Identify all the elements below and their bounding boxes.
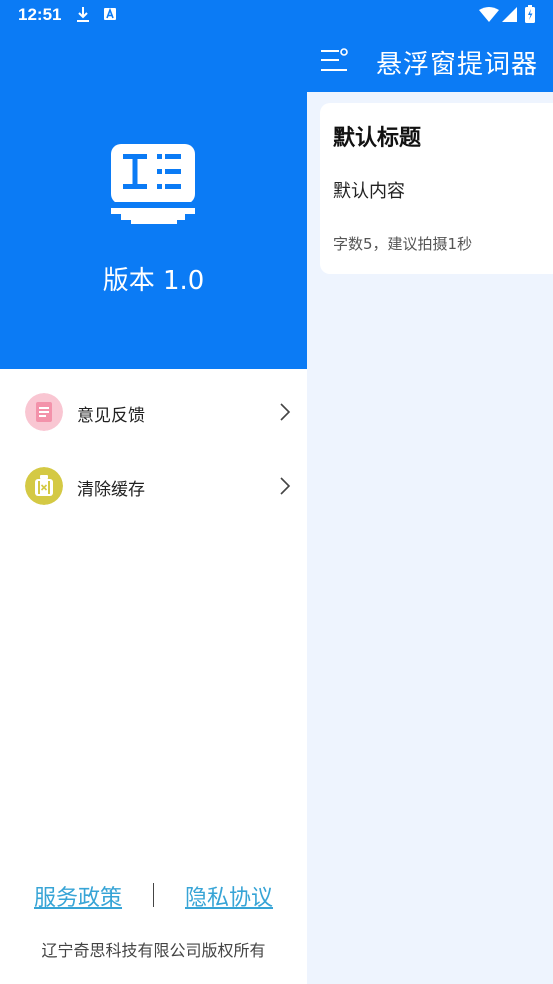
card-title: 默认标题 [333,126,422,151]
menu-item-label: 清除缓存 [77,480,145,500]
menu-icon[interactable] [319,44,351,76]
screen: 12:51 悬浮窗提词器 默认标题 默认内容 字数5，建议拍摄1秒 版本 1.0… [0,0,553,984]
footer-links: 服务政策 隐私协议 [0,880,307,914]
wifi-icon [479,7,499,22]
service-policy-link[interactable]: 服务政策 [34,880,122,912]
battery-icon [525,5,535,23]
app-title: 悬浮窗提词器 [376,50,539,80]
version-label: 版本 1.0 [102,266,205,296]
status-time: 12:51 [18,5,62,24]
app-logo-icon [107,144,199,224]
copyright-text: 辽宁奇思科技有限公司版权所有 [41,941,266,960]
privacy-agreement-link[interactable]: 隐私协议 [185,880,273,912]
download-icon [77,7,89,22]
app-notification-icon [104,7,116,20]
link-divider [153,883,154,907]
menu-item-clear-cache[interactable]: 清除缓存 [0,451,307,521]
clear-cache-icon [25,467,63,505]
feedback-icon [25,393,63,431]
status-bar: 12:51 [0,0,553,30]
app-bar: 悬浮窗提词器 [307,30,553,92]
signal-icon [502,7,517,22]
script-card[interactable]: 默认标题 默认内容 字数5，建议拍摄1秒 [320,103,553,274]
drawer-header: 版本 1.0 [0,30,307,369]
card-info: 字数5，建议拍摄1秒 [333,235,473,253]
menu-item-feedback[interactable]: 意见反馈 [0,377,307,447]
card-content: 默认内容 [333,181,405,202]
navigation-drawer: 版本 1.0 意见反馈 清除缓存 服务政策 隐私协议 辽宁奇思科技有限公司版权所… [0,30,307,984]
chevron-right-icon [280,477,291,495]
chevron-right-icon [280,403,291,421]
menu-item-label: 意见反馈 [77,406,145,426]
